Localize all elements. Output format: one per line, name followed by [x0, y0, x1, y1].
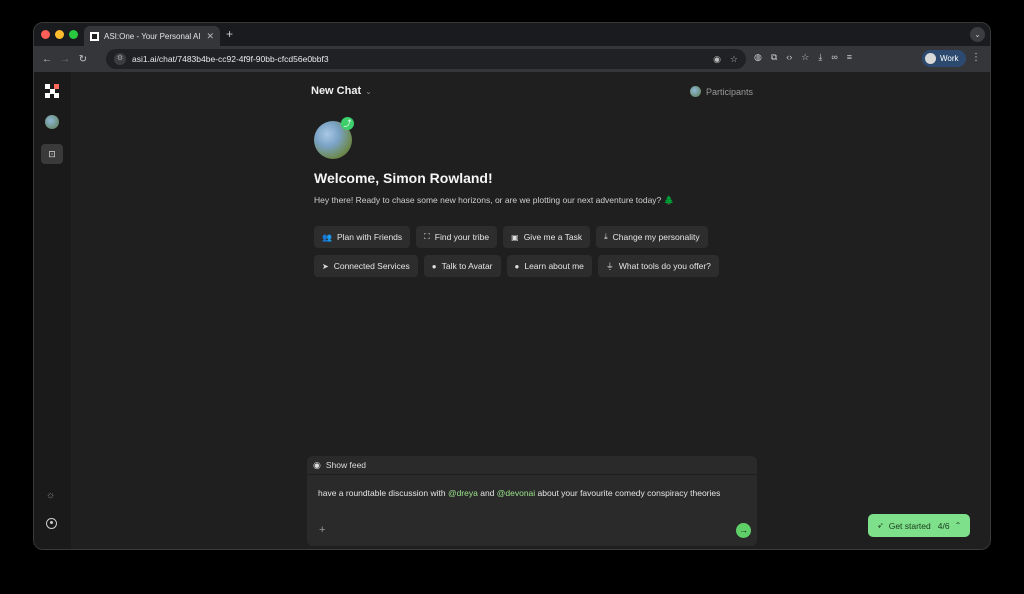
asi-logo-icon[interactable] [45, 84, 59, 98]
new-tab-button[interactable]: + [226, 27, 233, 41]
toolbar-extensions: ◍ ⧉ ‹› ☆ ⤓ ∞ ≡ [754, 52, 852, 63]
message-text-mid: and [477, 488, 497, 498]
chip-label: Plan with Friends [336, 232, 403, 242]
address-bar[interactable]: ⚙ asi1.ai/chat/7483b4be-cc92-4f9f-90bb-c… [106, 49, 746, 69]
code-icon[interactable]: ‹› [786, 52, 792, 63]
chip-label: Talk to Avatar [441, 261, 493, 271]
suggestion-what-tools[interactable]: ⏚ What tools do you offer? [597, 255, 719, 277]
profile-label: Work [940, 54, 959, 63]
welcome-subtitle: Hey there! Ready to chase some new horiz… [314, 195, 675, 205]
profile-chip[interactable]: Work [922, 50, 966, 67]
star-icon[interactable]: ☆ [801, 52, 809, 63]
scan-icon: ⛶ [424, 232, 430, 241]
location-pin-icon[interactable]: ◉ [713, 54, 721, 65]
attach-plus-icon[interactable]: + [319, 524, 325, 536]
suggestion-learn-about-me[interactable]: ● Learn about me [506, 255, 592, 277]
tab-strip: ASI:One - Your Personal AI ✕ + ⌄ [34, 23, 990, 46]
users-icon: 👥 [322, 232, 332, 242]
suggestion-give-me-a-task[interactable]: ▣ Give me a Task [503, 226, 591, 248]
participants-button[interactable]: Participants [689, 86, 753, 97]
chip-label: Connected Services [333, 261, 410, 271]
browser-tab[interactable]: ASI:One - Your Personal AI ✕ [84, 26, 220, 46]
chevron-down-icon[interactable]: ⌄ [365, 87, 372, 96]
message-composer: ◉ Show feed have a roundtable discussion… [307, 456, 757, 546]
eye-icon: ◉ [313, 459, 321, 470]
suggestion-plan-with-friends[interactable]: 👥 Plan with Friends [314, 226, 411, 248]
reading-list-icon[interactable]: ≡ [847, 52, 852, 63]
welcome-heading: Welcome, Simon Rowland! [314, 170, 493, 186]
close-window-button[interactable] [41, 30, 50, 39]
back-arrow-icon[interactable]: ← [38, 54, 56, 65]
chat-title-text: New Chat [311, 85, 362, 97]
chip-label: Change my personality [612, 232, 700, 242]
forward-arrow-icon[interactable]: → [56, 54, 74, 65]
browser-window: ASI:One - Your Personal AI ✕ + ⌄ ← → ↻ ⚙… [33, 22, 991, 550]
message-text-prefix: have a roundtable discussion with [318, 488, 448, 498]
send-icon: ➤ [322, 261, 329, 271]
person-icon: ● [431, 261, 437, 271]
profile-avatar [925, 53, 936, 64]
extension-puzzle-icon[interactable]: ⧉ [771, 52, 777, 63]
minimize-window-button[interactable] [55, 30, 64, 39]
get-started-button[interactable]: ➶ Get started 4/6 ⌃ [868, 514, 971, 537]
rocket-icon: ➶ [877, 521, 884, 530]
site-info-icon[interactable]: ⚙ [114, 53, 126, 65]
chip-label: Give me a Task [523, 232, 583, 242]
chevron-up-icon: ⌃ [954, 521, 962, 530]
suggestion-find-your-tribe[interactable]: ⛶ Find your tribe [416, 226, 498, 248]
mention-dreya: @dreya [447, 488, 478, 498]
chat-title[interactable]: New Chat ⌄ [311, 85, 372, 97]
message-input[interactable]: have a roundtable discussion with @dreya… [318, 486, 738, 500]
onboarding-progress: 4/6 [937, 520, 950, 531]
share-badge-icon[interactable]: ⤴ [341, 117, 354, 130]
suggestion-talk-to-avatar[interactable]: ● Talk to Avatar [423, 255, 501, 277]
new-chat-icon[interactable]: ⊡ [41, 144, 63, 164]
asi-favicon-icon [90, 31, 99, 41]
download-icon: ⤓ [604, 232, 608, 241]
lightbulb-icon: ● [514, 261, 520, 271]
browser-menu-icon[interactable]: ⋮ [971, 52, 981, 63]
suggestion-connected-services[interactable]: ➤ Connected Services [314, 255, 418, 277]
plug-icon: ⏚ [605, 261, 614, 271]
chip-label: Find your tribe [434, 232, 490, 242]
message-text-suffix: about your favourite comedy conspiracy t… [535, 488, 721, 498]
participants-label: Participants [705, 86, 753, 97]
show-feed-toggle[interactable]: ◉ Show feed [307, 456, 757, 475]
maximize-window-button[interactable] [69, 30, 78, 39]
clipboard-icon: ▣ [511, 232, 519, 242]
show-feed-label: Show feed [325, 460, 367, 470]
download-icon[interactable]: ⤓ [818, 52, 822, 63]
mention-devonai: @devonai [496, 488, 536, 498]
tab-search-chevron-icon[interactable]: ⌄ [970, 27, 985, 42]
suggestion-row-1: 👥 Plan with Friends ⛶ Find your tribe ▣ Giv… [314, 226, 708, 248]
tab-close-icon[interactable]: ✕ [206, 31, 214, 42]
rail-avatar[interactable] [45, 115, 59, 129]
chip-label: What tools do you offer? [618, 261, 711, 271]
theme-sun-icon[interactable]: ☼ [46, 490, 55, 501]
suggestion-change-my-personality[interactable]: ⤓ Change my personality [596, 226, 708, 248]
reload-icon[interactable]: ↻ [74, 54, 92, 65]
chip-label: Learn about me [524, 261, 584, 271]
chat-main: New Chat ⌄ Participants ⤴ Welcome, Simon … [307, 72, 757, 549]
get-started-label: Get started [888, 520, 931, 531]
account-user-icon[interactable] [46, 518, 57, 529]
suggestion-row-2: ➤ Connected Services ● Talk to Avatar ● Lea… [314, 255, 719, 277]
browser-toolbar: ← → ↻ ⚙ asi1.ai/chat/7483b4be-cc92-4f9f-… [34, 46, 990, 72]
send-button[interactable]: → [736, 523, 751, 538]
url-text[interactable]: asi1.ai/chat/7483b4be-cc92-4f9f-90bb-cfc… [132, 54, 704, 64]
left-rail: ⊡ ☼ [34, 72, 71, 549]
app-area: ⊡ ☼ New Chat ⌄ Participants ⤴ Welcome, Si… [34, 72, 990, 549]
extension-onepassword-icon[interactable]: ◍ [754, 52, 762, 63]
bookmark-star-icon[interactable]: ☆ [730, 54, 738, 65]
tab-title: ASI:One - Your Personal AI [104, 31, 201, 41]
link-icon[interactable]: ∞ [831, 52, 837, 63]
participant-avatar [689, 86, 701, 97]
